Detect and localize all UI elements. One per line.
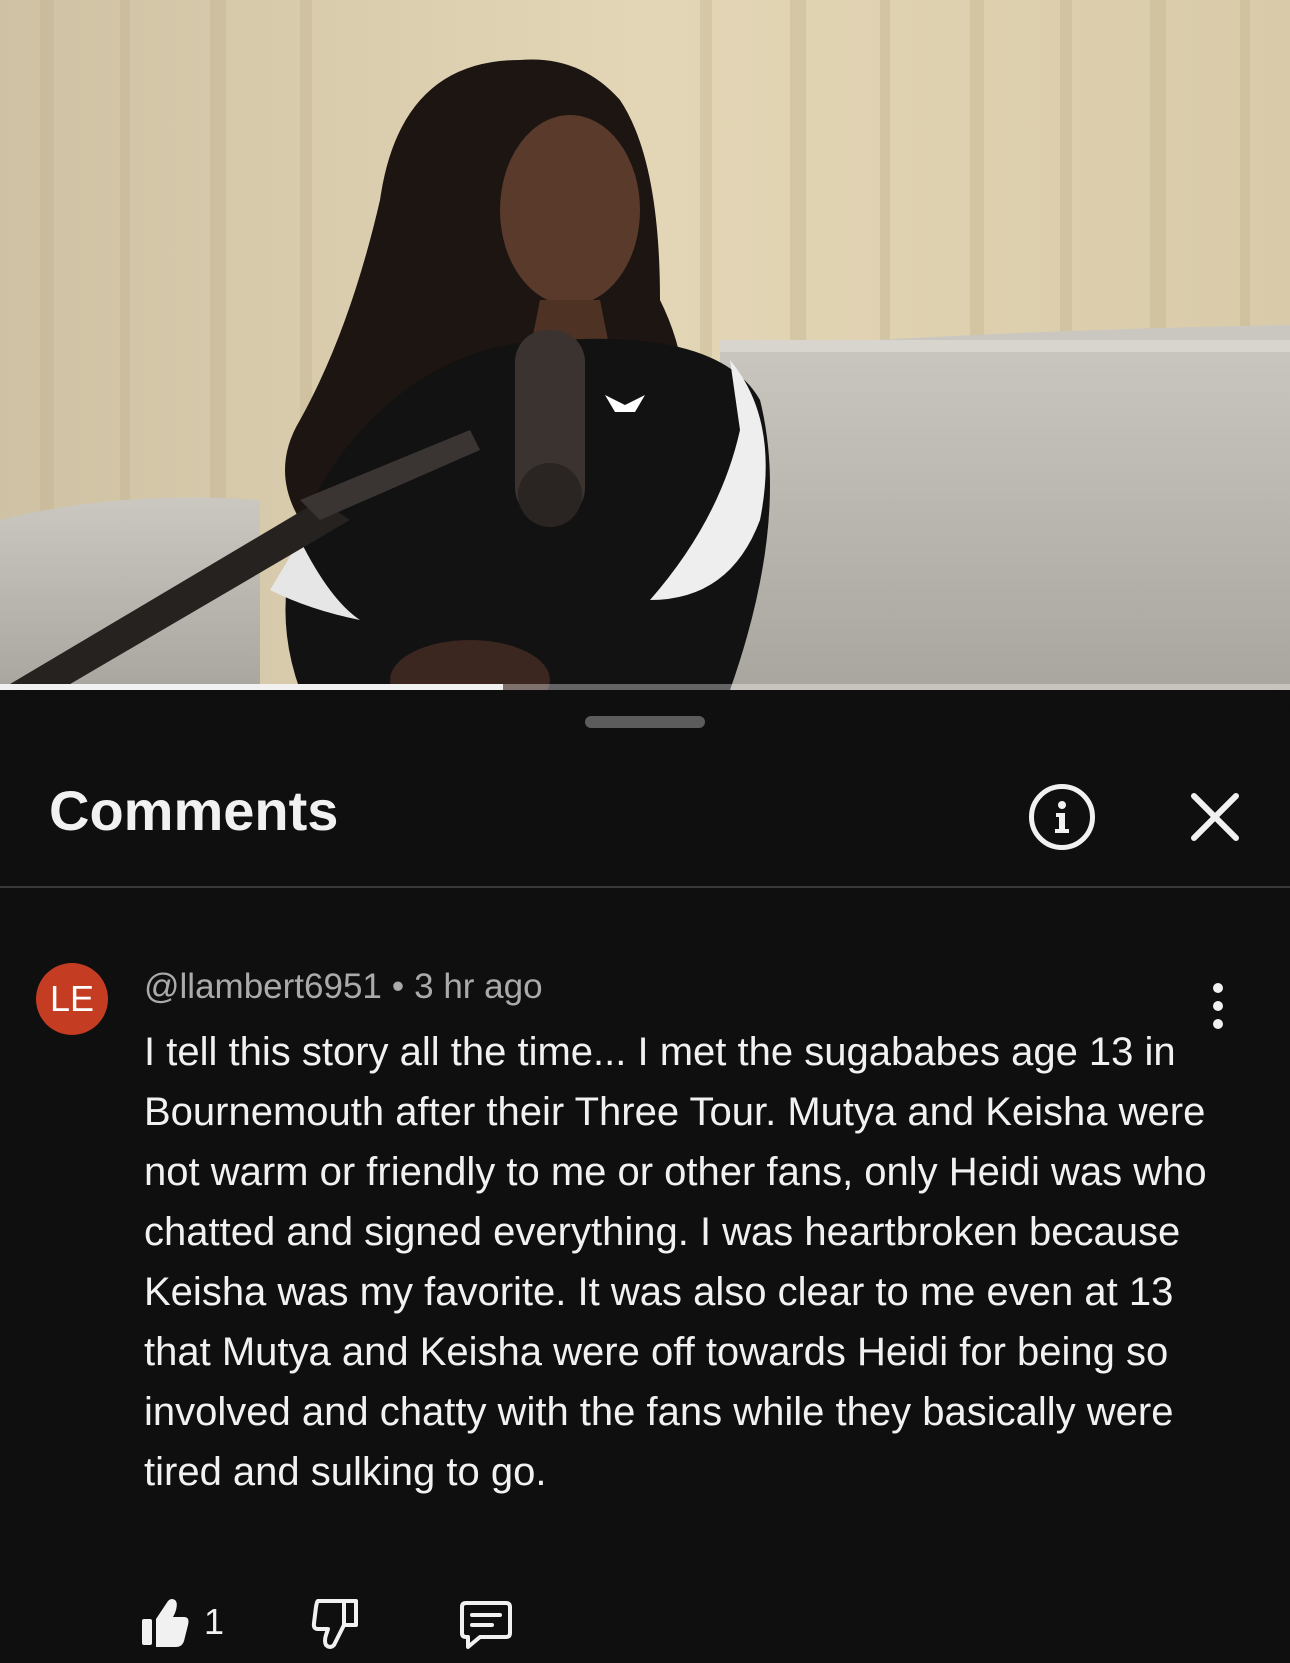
- comments-sheet: Comments LE @llambert6951•3 hr ago I t: [0, 690, 1290, 1663]
- like-count: 1: [204, 1601, 225, 1642]
- avatar[interactable]: LE: [36, 963, 108, 1035]
- comments-header: Comments: [0, 690, 1290, 888]
- meta-separator: •: [391, 967, 405, 1006]
- close-icon[interactable]: [1180, 782, 1250, 852]
- dislike-button[interactable]: [310, 1595, 366, 1651]
- like-button[interactable]: 1: [140, 1595, 250, 1651]
- reply-button[interactable]: [458, 1595, 514, 1651]
- video-frame: [0, 0, 1290, 690]
- comment-item: LE @llambert6951 • 3 hr ago I tell this st…: [0, 890, 1290, 1663]
- comment-meta: @llambert6951 • 3 hr ago: [144, 966, 543, 1008]
- comment-actions: 1: [140, 1595, 640, 1655]
- reply-icon: [460, 1601, 512, 1649]
- thumb-up-icon: [142, 1599, 189, 1647]
- video-player[interactable]: [0, 0, 1290, 690]
- comments-title: Comments: [49, 779, 339, 842]
- comment-time: 3 hr ago: [414, 967, 543, 1006]
- comment-text: I tell this story all the time... I met …: [144, 1030, 1207, 1494]
- comment-author[interactable]: @llambert6951: [144, 967, 382, 1006]
- info-icon[interactable]: [1029, 784, 1095, 850]
- thumb-down-icon: [311, 1599, 358, 1649]
